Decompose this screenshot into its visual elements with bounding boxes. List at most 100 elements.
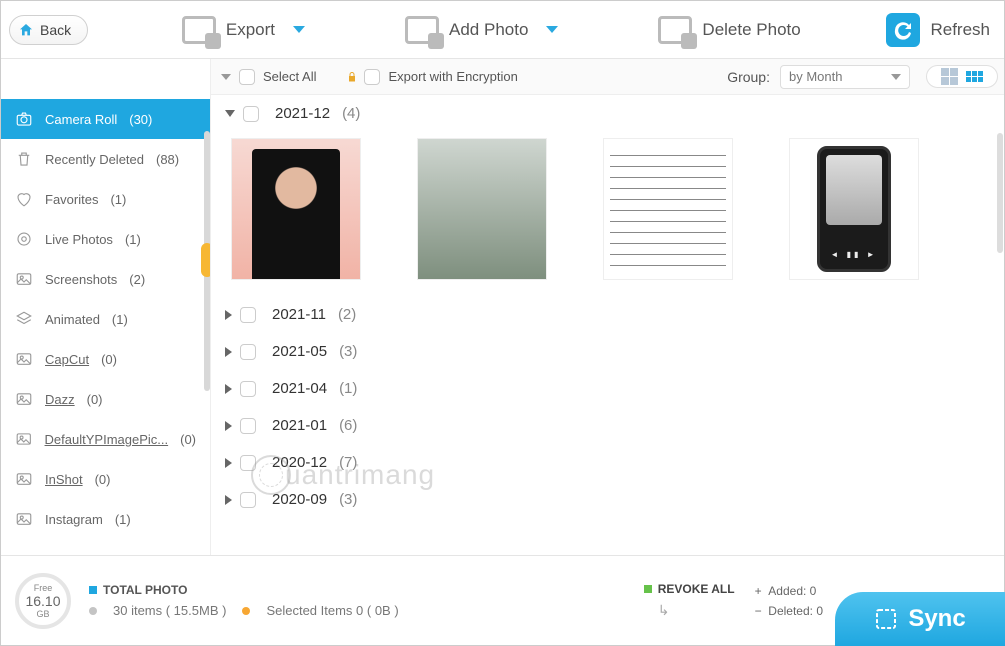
- sidebar-item-label: Dazz: [45, 392, 75, 407]
- group-checkbox[interactable]: [240, 492, 256, 508]
- photo-thumbnail[interactable]: [789, 138, 919, 280]
- sidebar-item-capcut[interactable]: CapCut (0): [1, 339, 210, 379]
- disclosure-triangle-icon: [225, 310, 232, 320]
- photo-thumbnail[interactable]: [603, 138, 733, 280]
- back-button[interactable]: Back: [9, 15, 88, 45]
- selected-text: Selected Items 0 ( 0B ): [266, 603, 398, 618]
- image-icon: [15, 390, 33, 408]
- encryption-checkbox[interactable]: [364, 69, 380, 85]
- group-header-2020-12[interactable]: 2020-12(7): [211, 444, 1004, 481]
- sidebar-item-defaultypimagepic-[interactable]: DefaultYPImagePic... (0): [1, 419, 210, 459]
- sidebar-item-recently-deleted[interactable]: Recently Deleted(88): [1, 139, 210, 179]
- chevron-down-icon[interactable]: [293, 26, 305, 33]
- camera-icon: [15, 110, 33, 128]
- image-icon: [15, 430, 33, 448]
- chevron-down-icon[interactable]: [221, 74, 231, 80]
- dot-icon: [644, 585, 652, 593]
- large-grid-button[interactable]: [941, 68, 958, 85]
- sidebar-item-dazz[interactable]: Dazz (0): [1, 379, 210, 419]
- thumbnail-row: [211, 132, 1004, 296]
- image-icon: [15, 350, 33, 368]
- back-label: Back: [40, 22, 71, 38]
- content-area: 2021-12 (4) 2021-11(2)2021-05(3)2021-04(1)…: [211, 95, 1004, 555]
- refresh-button[interactable]: Refresh: [886, 13, 990, 47]
- group-name: 2021-04: [272, 380, 327, 397]
- delete-photo-label: Delete Photo: [702, 20, 800, 40]
- sidebar-item-label: Screenshots: [45, 272, 117, 287]
- sidebar-item-count: (0): [180, 432, 196, 447]
- add-photo-button[interactable]: Add Photo: [405, 16, 558, 44]
- sidebar-item-animated[interactable]: Animated(1): [1, 299, 210, 339]
- sidebar-item-label: CapCut: [45, 352, 89, 367]
- revoke-all-label[interactable]: REVOKE ALL: [658, 582, 735, 596]
- sidebar-item-count: (1): [110, 192, 126, 207]
- minus-icon: −: [755, 604, 762, 618]
- small-grid-button[interactable]: [966, 71, 983, 82]
- refresh-label: Refresh: [930, 20, 990, 40]
- group-header-2021-04[interactable]: 2021-04(1): [211, 370, 1004, 407]
- delete-photo-button[interactable]: Delete Photo: [658, 16, 800, 44]
- select-all-checkbox[interactable]: [239, 69, 255, 85]
- sidebar-item-label: DefaultYPImagePic...: [45, 432, 169, 447]
- group-checkbox[interactable]: [243, 106, 259, 122]
- sidebar-item-favorites[interactable]: Favorites (1): [1, 179, 210, 219]
- group-header-2021-11[interactable]: 2021-11(2): [211, 296, 1004, 333]
- total-photo-label: TOTAL PHOTO: [103, 583, 187, 597]
- delete-photo-icon: [658, 16, 692, 44]
- dot-icon: [89, 586, 97, 594]
- storage-unit: GB: [36, 609, 49, 619]
- top-toolbar: Back Export Add Photo Delete Photo Refre…: [1, 1, 1004, 59]
- disclosure-triangle-icon: [225, 347, 232, 357]
- sidebar-item-count: (0): [101, 352, 117, 367]
- group-checkbox[interactable]: [240, 307, 256, 323]
- chevron-down-icon[interactable]: [546, 26, 558, 33]
- image-icon: [15, 470, 33, 488]
- group-header-2021-01[interactable]: 2021-01(6): [211, 407, 1004, 444]
- sidebar-item-instagram[interactable]: Instagram (1): [1, 499, 210, 539]
- photo-thumbnail[interactable]: [417, 138, 547, 280]
- sidebar-item-label: Favorites: [45, 192, 98, 207]
- group-count: (4): [342, 105, 360, 122]
- group-checkbox[interactable]: [240, 381, 256, 397]
- sidebar-item-count: (1): [115, 512, 131, 527]
- group-label: Group:: [727, 69, 770, 85]
- group-header-2020-09[interactable]: 2020-09(3): [211, 481, 1004, 518]
- added-text: Added: 0: [768, 584, 816, 598]
- disclosure-triangle-icon: [225, 458, 232, 468]
- stack-icon: [15, 310, 33, 328]
- arrow-icon: ↳: [658, 602, 735, 619]
- items-text: 30 items ( 15.5MB ): [113, 603, 226, 618]
- content-scrollbar[interactable]: [997, 133, 1003, 253]
- group-count: (3): [339, 343, 357, 360]
- group-checkbox[interactable]: [240, 418, 256, 434]
- sidebar-item-camera-roll[interactable]: Camera Roll(30): [1, 99, 210, 139]
- sidebar-item-count: (0): [87, 392, 103, 407]
- select-all-label: Select All: [263, 69, 316, 84]
- group-checkbox[interactable]: [240, 455, 256, 471]
- sync-button[interactable]: Sync: [835, 592, 1005, 646]
- sidebar-scrollbar[interactable]: [204, 131, 210, 391]
- group-checkbox[interactable]: [240, 344, 256, 360]
- dot-icon: [89, 607, 97, 615]
- group-header-2021-05[interactable]: 2021-05(3): [211, 333, 1004, 370]
- lock-icon: [346, 70, 358, 84]
- group-name: 2021-12: [275, 105, 330, 122]
- group-count: (7): [339, 454, 357, 471]
- live-icon: [15, 230, 33, 248]
- view-toggle: [926, 65, 998, 88]
- dot-icon: [242, 607, 250, 615]
- export-label: Export: [226, 20, 275, 40]
- export-button[interactable]: Export: [182, 16, 305, 44]
- add-photo-icon: [405, 16, 439, 44]
- group-header-2021-12[interactable]: 2021-12 (4): [211, 95, 1004, 132]
- photo-thumbnail[interactable]: [231, 138, 361, 280]
- sidebar-item-label: Instagram: [45, 512, 103, 527]
- sidebar-item-count: (1): [125, 232, 141, 247]
- trash-icon: [15, 150, 33, 168]
- sidebar: Camera Roll(30)Recently Deleted(88)Favor…: [1, 59, 211, 555]
- sidebar-item-screenshots[interactable]: Screenshots(2): [1, 259, 210, 299]
- group-select[interactable]: by Month: [780, 65, 910, 89]
- sidebar-item-inshot[interactable]: InShot(0): [1, 459, 210, 499]
- sidebar-item-label: Camera Roll: [45, 112, 117, 127]
- sidebar-item-live-photos[interactable]: Live Photos(1): [1, 219, 210, 259]
